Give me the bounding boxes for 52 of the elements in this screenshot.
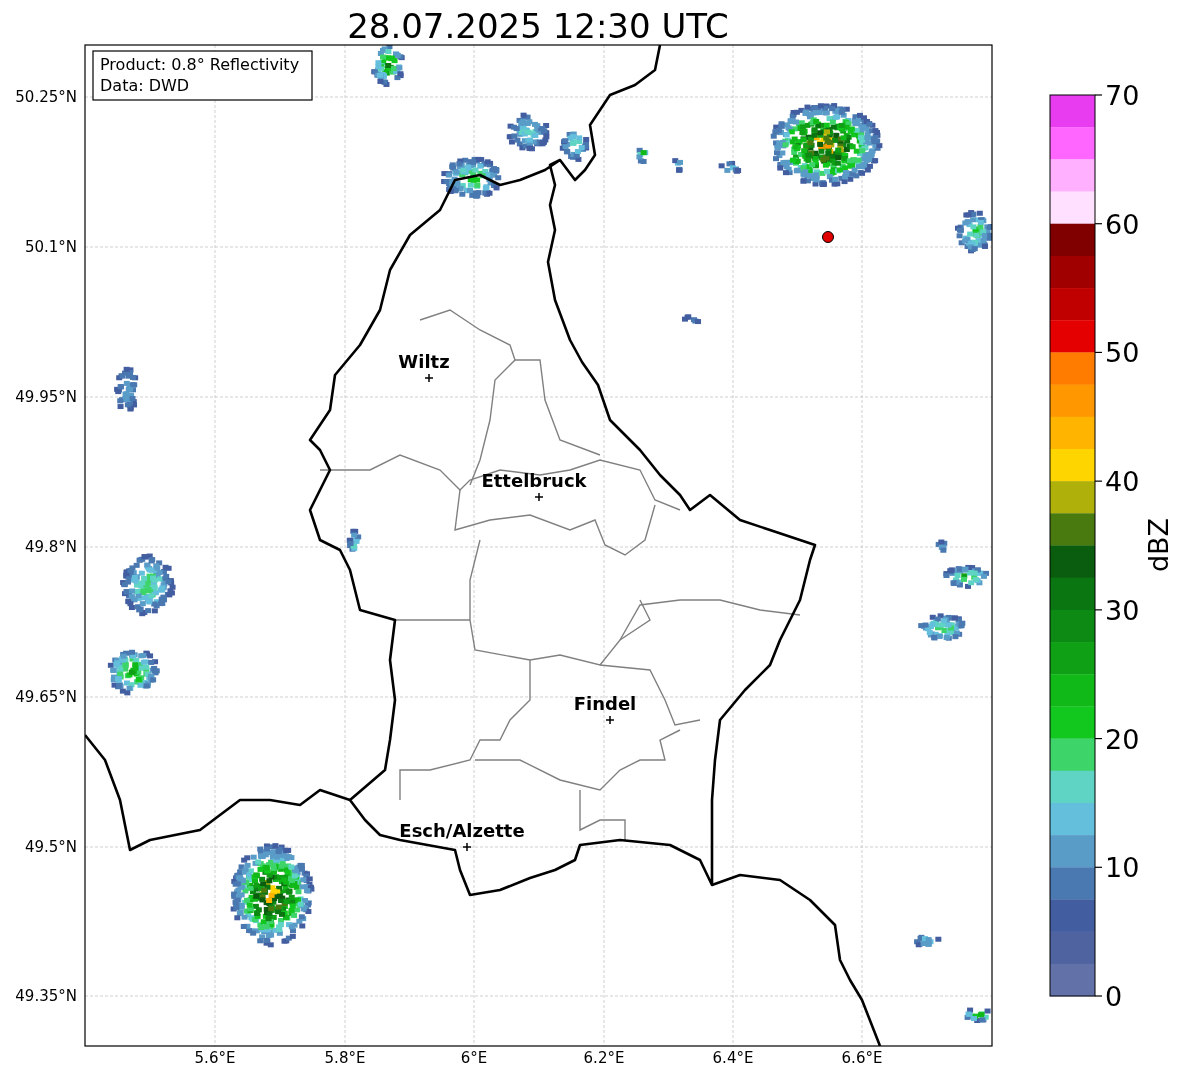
city-label: Findel [573, 693, 637, 714]
radar-echo [955, 210, 992, 254]
city-marker-icon [534, 492, 544, 502]
colorbar-tick-label: 70 [1105, 80, 1140, 111]
latitude-label: 49.95°N [15, 388, 77, 406]
radar-echo [718, 160, 742, 174]
radar-echo [559, 131, 590, 162]
radar-echo [914, 934, 942, 948]
longitude-label: 6.4°E [712, 1049, 754, 1067]
colorbar-tick-label: 0 [1105, 981, 1123, 1012]
colorbar-tick-label: 20 [1105, 723, 1140, 755]
radar-echo [636, 147, 649, 164]
radar-echo [918, 613, 966, 641]
radar-echo [506, 112, 550, 152]
radar-echo [107, 649, 160, 696]
latitude-label: 49.8°N [24, 538, 77, 556]
latitude-label: 49.35°N [15, 987, 77, 1005]
colorbar-label: dBZ [1143, 517, 1174, 573]
radar-echo [441, 156, 502, 199]
colorbar-tick-label: 30 [1105, 594, 1140, 626]
latitude-label: 49.65°N [15, 688, 77, 706]
radar-echo [964, 1007, 991, 1024]
info-text: Data: DWD [100, 76, 190, 95]
city-marker-icon [605, 715, 615, 725]
longitude-label: 6°E [460, 1049, 488, 1067]
latitude-label: 50.1°N [24, 238, 77, 256]
latitude-label: 50.25°N [15, 88, 77, 106]
radar-echo [371, 45, 405, 87]
longitude-label: 5.8°E [324, 1049, 366, 1067]
city-marker-icon [462, 842, 472, 852]
radar-echo [682, 314, 701, 325]
latitude-label: 49.5°N [24, 838, 77, 856]
info-text: Product: 0.8° Reflectivity [100, 55, 300, 74]
radar-echo [943, 564, 989, 589]
colorbar-tick-label: 50 [1105, 337, 1140, 369]
longitude-label: 6.2°E [583, 1049, 625, 1067]
longitude-label: 5.6°E [194, 1049, 236, 1067]
city-label: Esch/Alzette [399, 820, 525, 841]
radar-echo [672, 158, 683, 173]
city-label: Ettelbruck [481, 470, 587, 491]
longitude-label: 6.6°E [841, 1049, 883, 1067]
colorbar-tick-label: 10 [1105, 852, 1140, 884]
chart-title: 28.07.2025 12:30 UTC [347, 6, 729, 46]
radar-echo [346, 528, 362, 552]
city-marker-icon [424, 373, 434, 383]
city-label: Wiltz [398, 351, 450, 372]
radar-echo [935, 539, 948, 553]
radar-echo [114, 366, 139, 412]
colorbar-tick-label: 40 [1105, 466, 1140, 498]
radar-echo [120, 553, 176, 617]
radar-site-marker [822, 231, 834, 243]
colorbar-tick-label: 60 [1105, 208, 1140, 240]
